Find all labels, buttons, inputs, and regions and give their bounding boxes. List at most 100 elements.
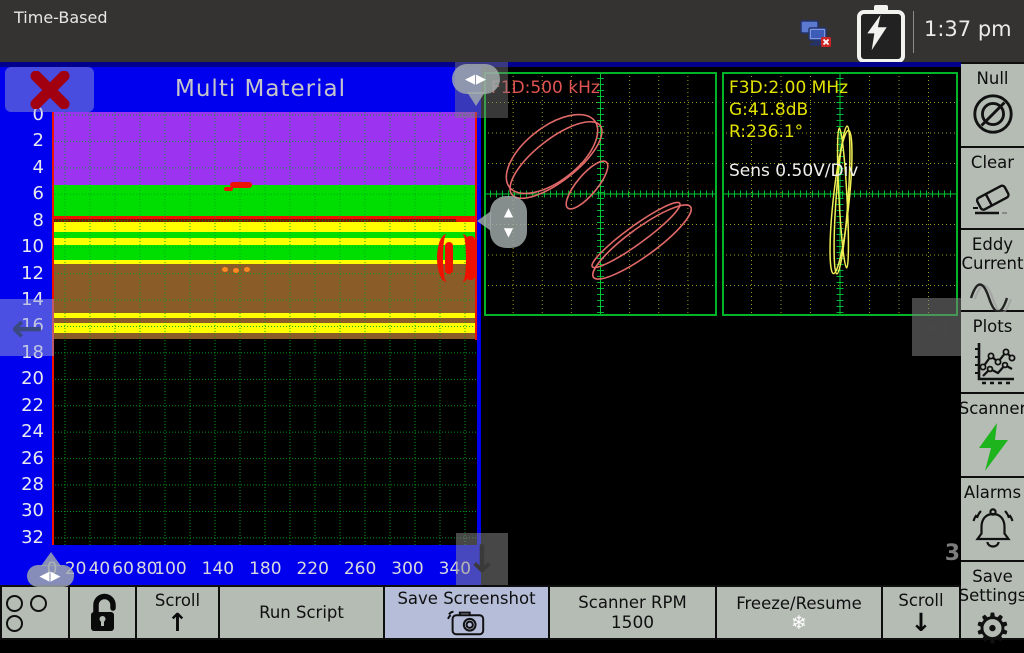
clock: 1:37 pm [924, 17, 1012, 41]
x-axis-label: 260 [344, 559, 376, 581]
bottom-bar: Scroll↑ Run Script Save Screenshot Scanner … [0, 585, 961, 640]
button-label: Save Screenshot [397, 589, 535, 609]
lock-open-icon [81, 590, 125, 636]
scroll-left-button[interactable]: ← [0, 299, 54, 356]
sidebar-item-label: Plots [973, 317, 1013, 336]
defect-mark [466, 236, 475, 280]
sidebar-item-alarms[interactable]: Alarms [961, 478, 1024, 560]
sidebar-item-plots[interactable]: Plots [961, 312, 1024, 392]
null-icon [970, 91, 1016, 137]
page-indicator: 3 [938, 541, 960, 566]
bottom-button-scanner-rpm[interactable]: Scanner RPM1500 [550, 587, 715, 638]
button-label: Freeze/Resume [736, 594, 862, 614]
mode-label: Time-Based [14, 8, 107, 27]
wave-icon [967, 276, 1019, 316]
y-axis-label: 4 [0, 157, 44, 179]
marker-vertical-handle[interactable]: ▲▼ [490, 196, 527, 248]
sidebar-item-label: Alarms [964, 483, 1021, 502]
x-axis-label: 100 [154, 559, 186, 581]
up-triangle-icon: ▲ [504, 202, 513, 222]
bottom-button-lock[interactable] [70, 587, 135, 638]
close-button[interactable] [5, 67, 94, 112]
close-icon [24, 71, 76, 109]
defect-dot [233, 268, 239, 273]
sidebar-item-null[interactable]: Null [961, 64, 1024, 146]
scope-2-rotation-label: R:236.1° [729, 121, 803, 143]
marker-horizontal-handle[interactable]: ◀▶ [452, 64, 500, 94]
button-value: 1500 [611, 613, 654, 633]
y-axis-label: 8 [0, 210, 44, 232]
scope-2-gain-label: G:41.8dB [729, 99, 808, 121]
arrow-down-icon: ↓ [911, 611, 932, 635]
sidebar-item-label: Null [977, 69, 1009, 88]
sidebar-item-label: Eddy Current [962, 235, 1024, 273]
sidebar-item-scanner[interactable]: Scanner [961, 394, 1024, 476]
sidebar-item-label: Save Settings [959, 567, 1024, 605]
scope-plot-1: F1D:500 kHz [484, 72, 717, 316]
x-axis-label: 220 [296, 559, 328, 581]
chart-icon [969, 339, 1017, 385]
button-label: Run Script [259, 603, 344, 623]
scroll-right-button[interactable]: → [912, 298, 961, 356]
dots-icon [2, 593, 68, 633]
y-axis-label: 20 [0, 368, 44, 390]
sidebar-item-save-settings[interactable]: Save Settings⚙ [961, 562, 1024, 638]
sidebar-item-clear[interactable]: Clear [961, 148, 1024, 228]
y-axis-label: 32 [0, 527, 44, 549]
defect-mark [445, 242, 453, 274]
x-axis-label: 40 [89, 559, 111, 581]
arrow-up-icon: ↑ [167, 611, 188, 635]
marker-tail [467, 92, 485, 106]
down-triangle-icon: ▼ [504, 222, 513, 242]
defect-mark [230, 182, 252, 188]
y-axis-label: 30 [0, 500, 44, 522]
camera-icon [447, 609, 487, 636]
y-axis-label: 6 [0, 183, 44, 205]
y-axis-label: 12 [0, 263, 44, 285]
button-label: Scanner RPM [578, 593, 686, 613]
marker-tail [41, 552, 61, 566]
waterfall-panel: Multi Material 0246810121416182022242628… [0, 67, 481, 585]
y-axis-label: 2 [0, 130, 44, 152]
bottom-button-probe-dots[interactable] [2, 587, 68, 638]
sidebar: Null Clear Eddy Current Plots Scanner Alarms S… [961, 62, 1024, 640]
scope-1-trace [484, 72, 717, 316]
scroll-down-button[interactable]: ↓ [456, 533, 508, 585]
y-axis-label: 26 [0, 448, 44, 470]
defect-mark [224, 187, 233, 191]
bottom-button-scroll-up[interactable]: Scroll↑ [137, 587, 218, 638]
sidebar-item-label: Clear [971, 153, 1014, 172]
x-axis-label: 60 [112, 559, 134, 581]
y-axis-label: 22 [0, 395, 44, 417]
bell-icon [968, 505, 1018, 553]
sidebar-item-label: Scanner [959, 399, 1024, 418]
gear-icon: ⚙ [974, 608, 1012, 650]
scope-plot-2: F3D:2.00 MHz G:41.8dB R:236.1° Sens 0.50… [722, 72, 958, 316]
marker-tail [477, 211, 491, 231]
x-axis-label: 180 [249, 559, 281, 581]
divider [913, 11, 914, 53]
lightning-icon [971, 421, 1015, 473]
y-axis-label: 10 [0, 236, 44, 258]
x-axis-label: 140 [202, 559, 234, 581]
x-axis-label: 300 [391, 559, 423, 581]
scope-2-sensitivity-label: Sens 0.50V/Div [729, 160, 858, 182]
bottom-button-scroll-down[interactable]: Scroll↓ [883, 587, 959, 638]
y-axis-label: 24 [0, 421, 44, 443]
battery-charging-icon [857, 5, 905, 61]
defect-mark [456, 216, 477, 222]
eraser-icon [969, 175, 1017, 219]
waterfall-plot [52, 112, 477, 545]
defect-dot [244, 267, 250, 272]
sidebar-item-eddy-current[interactable]: Eddy Current [961, 230, 1024, 310]
bottom-button-run-script[interactable]: Run Script [220, 587, 383, 638]
defect-dot [222, 267, 228, 272]
marker-horizontal-handle-2[interactable]: ◀▶ [27, 565, 74, 587]
scope-2-frequency-label: F3D:2.00 MHz [729, 77, 848, 99]
bottom-button-save-screenshot[interactable]: Save Screenshot [385, 587, 548, 638]
network-error-icon [800, 19, 832, 49]
bottom-button-freeze-resume[interactable]: Freeze/Resume❄ [717, 587, 881, 638]
top-bar: Time-Based 1:37 pm [0, 0, 1024, 62]
y-axis-label: 28 [0, 474, 44, 496]
snowflake-icon: ❄ [791, 614, 807, 632]
